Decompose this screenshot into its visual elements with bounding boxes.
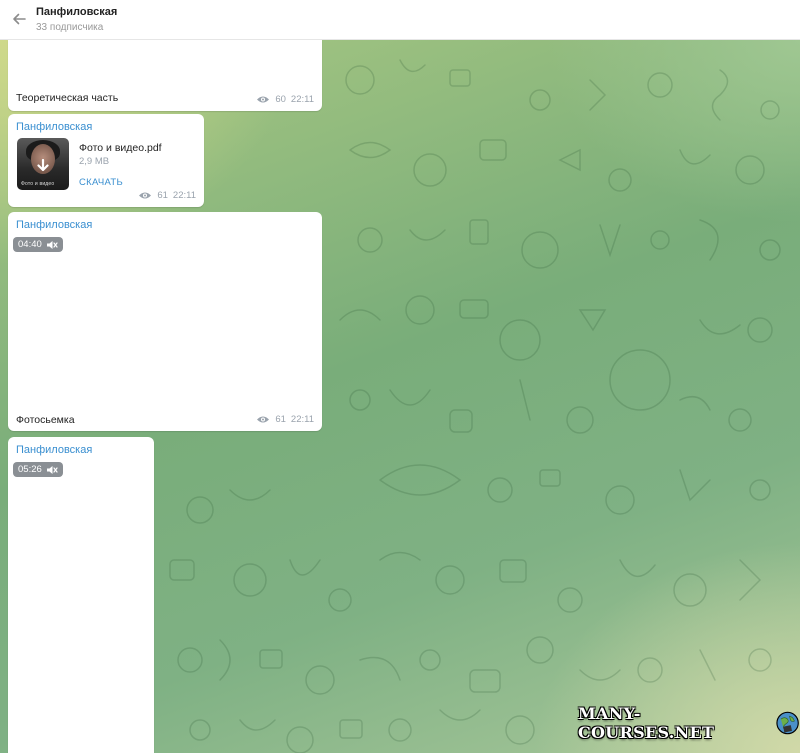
- view-count: 61: [275, 414, 286, 425]
- file-name[interactable]: Фото и видео.pdf: [79, 142, 162, 154]
- message-bubble[interactable]: Панфиловская 05:26: [8, 437, 154, 753]
- message-time: 22:11: [290, 414, 314, 425]
- file-size: 2,9 MB: [79, 156, 110, 167]
- download-arrow-icon[interactable]: [33, 156, 53, 176]
- muted-speaker-icon: [46, 465, 58, 474]
- message-meta: 61 22:11: [138, 190, 196, 201]
- arrow-left-icon: [13, 13, 26, 25]
- video-duration-badge[interactable]: 05:26: [13, 462, 63, 477]
- file-thumbnail[interactable]: Фото и видео: [17, 138, 69, 190]
- eye-icon: [257, 416, 270, 423]
- message-bubble[interactable]: Теоретическая часть 60 22:11: [8, 40, 322, 111]
- message-caption: Фотосьемка: [16, 414, 75, 426]
- view-count: 61: [157, 190, 168, 201]
- message-time: 22:11: [290, 94, 314, 105]
- muted-speaker-icon: [46, 240, 58, 249]
- eye-icon: [139, 192, 152, 199]
- back-button[interactable]: [8, 8, 30, 30]
- watermark: MANY-COURSES.NET: [578, 703, 800, 743]
- sender-name[interactable]: Панфиловская: [16, 219, 92, 231]
- chat-title[interactable]: Панфиловская: [36, 6, 117, 18]
- subscriber-count: 33 подписчика: [36, 22, 104, 33]
- message-caption: Теоретическая часть: [16, 92, 119, 104]
- chat-header: Панфиловская 33 подписчика: [0, 0, 800, 40]
- message-bubble[interactable]: Панфиловская 04:40 Фотосьемка 61 22:11: [8, 212, 322, 431]
- video-duration: 05:26: [18, 464, 42, 475]
- download-button[interactable]: СКАЧАТЬ: [79, 177, 123, 188]
- message-meta: 60 22:11: [256, 94, 314, 105]
- sender-name[interactable]: Панфиловская: [16, 121, 92, 133]
- video-duration: 04:40: [18, 239, 42, 250]
- message-bubble[interactable]: Панфиловская Фото и видео Фото и видео.p…: [8, 114, 204, 207]
- globe-logo-icon: [776, 711, 799, 735]
- view-count: 60: [275, 94, 286, 105]
- sender-name[interactable]: Панфиловская: [16, 444, 92, 456]
- watermark-text: MANY-COURSES.NET: [578, 704, 715, 742]
- thumbnail-text: Фото и видео: [21, 181, 55, 187]
- video-duration-badge[interactable]: 04:40: [13, 237, 63, 252]
- message-time: 22:11: [172, 190, 196, 201]
- eye-icon: [257, 96, 270, 103]
- message-meta: 61 22:11: [256, 414, 314, 425]
